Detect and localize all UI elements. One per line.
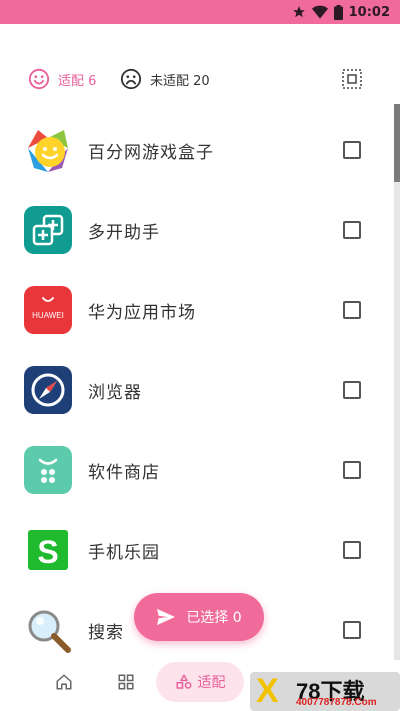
list-item[interactable]: HUAWEI 华为应用市场	[0, 270, 392, 350]
app-checkbox[interactable]	[343, 381, 361, 399]
app-checkbox[interactable]	[343, 141, 361, 159]
phone-paradise-icon-text: S	[37, 534, 58, 570]
app-name: 浏览器	[88, 383, 142, 403]
app-checkbox[interactable]	[343, 541, 361, 559]
list-item[interactable]: 多开助手	[0, 190, 392, 270]
app-name: 软件商店	[88, 463, 160, 483]
watermark-logo: X 78下载 4007787878.Com	[250, 672, 400, 711]
nav-adapt-label: 适配	[197, 675, 226, 691]
list-scrollbar[interactable]	[394, 104, 400, 664]
nav-grid[interactable]	[106, 660, 146, 704]
app-name: 百分网游戏盒子	[88, 143, 214, 163]
list-item[interactable]: 软件商店	[0, 430, 392, 510]
app-name: 搜索	[88, 623, 124, 643]
baifen-game-box-icon	[24, 126, 72, 174]
app-name: 手机乐园	[88, 543, 160, 563]
app-name: 多开助手	[88, 223, 160, 243]
software-store-icon	[24, 446, 72, 494]
watermark-mark-text: X	[256, 672, 279, 710]
status-bar: 10:02	[0, 0, 400, 24]
status-time: 10:02	[348, 4, 390, 20]
status-icons: 10:02	[292, 3, 390, 21]
adapt-icon	[176, 674, 191, 689]
filter-adapted-label: 适配 6	[58, 73, 97, 89]
selected-count-label: 已选择 0	[186, 610, 242, 626]
watermark-url: 4007787878.Com	[296, 697, 377, 708]
app-checkbox[interactable]	[343, 301, 361, 319]
battery-icon	[333, 4, 343, 20]
send-icon	[157, 608, 176, 626]
filter-bar: 适配 6 未适配 20	[0, 60, 400, 98]
phone-paradise-icon: S	[24, 526, 72, 574]
multi-open-icon	[24, 206, 72, 254]
wifi-icon	[311, 5, 328, 19]
list-item[interactable]: 百分网游戏盒子	[0, 110, 392, 190]
app-checkbox[interactable]	[343, 621, 361, 639]
huawei-appgallery-icon: HUAWEI	[24, 286, 72, 334]
list-item[interactable]: S 手机乐园	[0, 510, 392, 590]
filter-unadapted[interactable]: 未适配 20	[120, 68, 210, 90]
filter-adapted[interactable]: 适配 6	[28, 68, 96, 90]
app-name: 华为应用市场	[88, 303, 196, 323]
select-all-icon[interactable]	[342, 69, 362, 89]
list-item[interactable]: 浏览器	[0, 350, 392, 430]
sad-face-icon	[120, 68, 142, 90]
browser-compass-icon	[24, 366, 72, 414]
search-magnifier-icon	[24, 606, 72, 654]
smile-icon	[28, 68, 50, 90]
star-icon	[292, 6, 305, 18]
app-checkbox[interactable]	[343, 221, 361, 239]
huawei-icon-text: HUAWEI	[32, 311, 64, 320]
nav-home[interactable]	[44, 660, 84, 704]
selected-count-button[interactable]: 已选择 0	[134, 593, 264, 641]
watermark-mark: X	[256, 672, 279, 711]
home-icon	[56, 674, 72, 690]
filter-unadapted-label: 未适配 20	[150, 73, 210, 89]
nav-adapt[interactable]: 适配	[156, 662, 244, 702]
scrollbar-thumb[interactable]	[394, 104, 400, 182]
app-checkbox[interactable]	[343, 461, 361, 479]
grid-icon	[118, 674, 134, 690]
